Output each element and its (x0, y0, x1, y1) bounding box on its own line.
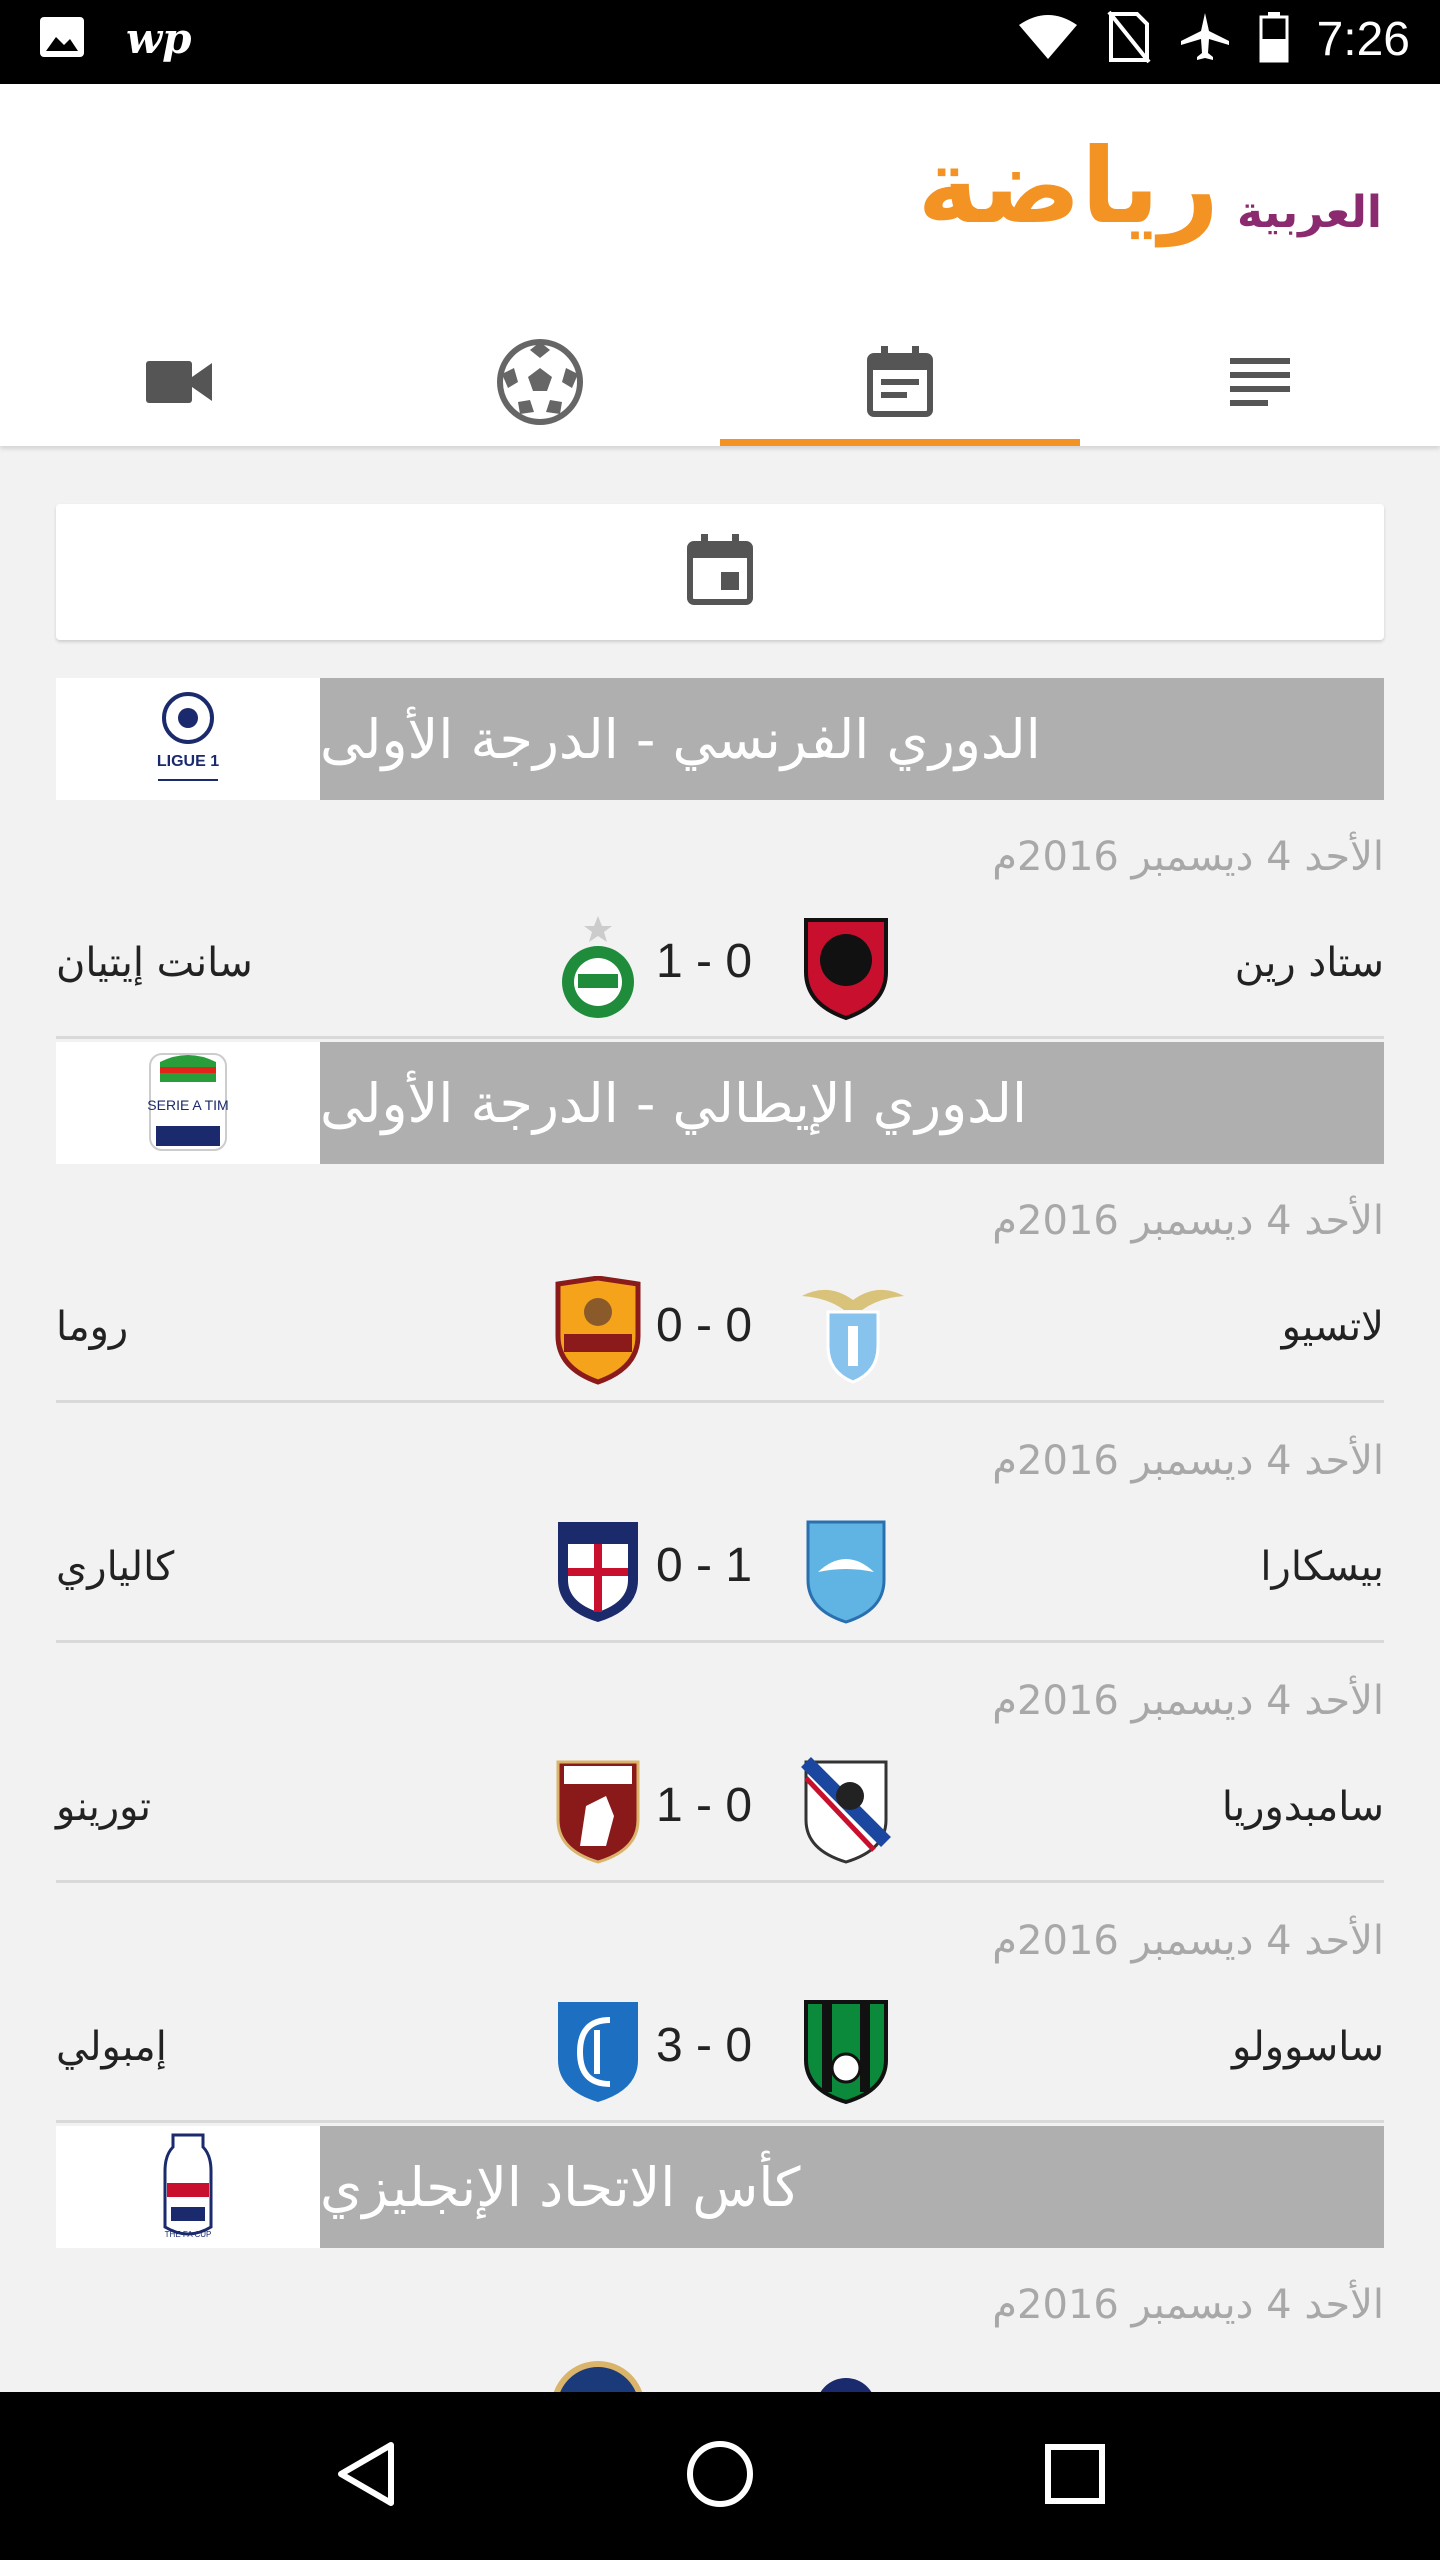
gallery-notification-icon (38, 15, 86, 63)
wp-notification-icon: wp (126, 14, 192, 63)
match-row[interactable]: ساسوولو 3 - 0 إمبولي (56, 1996, 1384, 2116)
match-date: الأحد 4 ديسمبر 2016م (992, 1918, 1384, 1964)
rennes-crest-icon (798, 912, 894, 1022)
recent-apps-button[interactable] (1043, 2442, 1107, 2510)
league-name: كأس الاتحاد الإنجليزي (320, 2126, 1384, 2248)
roma-crest-icon (550, 1275, 646, 1386)
away-team-name: تورينو (56, 1784, 151, 1830)
league-header-facup[interactable]: THE FA CUP كأس الاتحاد الإنجليزي (56, 2126, 1384, 2248)
home-team-name: بيسكارا (1260, 1544, 1384, 1590)
saint-etienne-crest-icon (550, 912, 646, 1022)
divider (56, 2120, 1384, 2123)
news-list-icon (1230, 356, 1290, 412)
match-row[interactable]: بيسكارا 0 - 1 كالياري (56, 1516, 1384, 1636)
home-team-name: سامبدوريا (1221, 1784, 1384, 1830)
match-score: 0 - 1 (656, 1539, 753, 1592)
match-score: 1 - 0 (656, 935, 753, 988)
sampdoria-crest-icon (798, 1756, 894, 1866)
home-button[interactable] (684, 2438, 756, 2514)
tab-bar (0, 322, 1440, 446)
match-date: الأحد 4 ديسمبر 2016م (992, 2282, 1384, 2328)
league-logo-text: LIGUE 1 (157, 753, 219, 770)
divider (56, 1880, 1384, 1883)
back-button[interactable] (333, 2439, 397, 2513)
status-bar: wp 7:26 (0, 0, 1440, 84)
match-date: الأحد 4 ديسمبر 2016م (992, 1198, 1384, 1244)
home-team-name: لاتسيو (1281, 1304, 1384, 1350)
team-crest-icon (550, 2360, 646, 2392)
league-name: الدوري الإيطالي - الدرجة الأولى (320, 1042, 1384, 1164)
league-logo: SERIE A TIM (56, 1042, 320, 1164)
battery-icon (1259, 11, 1289, 67)
clock: 7:26 (1316, 12, 1410, 66)
pescara-crest-icon (798, 1516, 894, 1626)
app-bar: العربية رياضة (0, 84, 1440, 446)
league-logo: THE FA CUP (56, 2126, 320, 2248)
match-row[interactable]: ستاد رين 1 - 0 سانت إيتيان (56, 912, 1384, 1032)
logo-word: رياضة (917, 125, 1220, 247)
system-nav-bar (0, 2392, 1440, 2560)
league-logo: LIGUE 1 (56, 678, 320, 800)
match-date: الأحد 4 ديسمبر 2016م (992, 834, 1384, 880)
match-row-partial[interactable] (56, 2360, 1384, 2392)
sassuolo-crest-icon (798, 1996, 894, 2106)
home-team-name: ساسوولو (1231, 2024, 1384, 2070)
torino-crest-icon (550, 1756, 646, 1866)
no-sim-icon (1107, 10, 1151, 68)
league-header-ligue1[interactable]: LIGUE 1 الدوري الفرنسي - الدرجة الأولى (56, 678, 1384, 800)
wifi-icon (1017, 13, 1079, 65)
match-row[interactable]: لاتسيو 0 - 0 روما (56, 1275, 1384, 1396)
away-team-name: سانت إيتيان (56, 940, 253, 986)
cagliari-crest-icon (550, 1516, 646, 1626)
match-score: 0 - 0 (656, 1299, 753, 1352)
home-team-name: ستاد رين (1234, 940, 1384, 986)
team-crest-icon (798, 2360, 894, 2392)
divider (56, 1640, 1384, 1643)
tab-football[interactable] (360, 322, 720, 446)
match-row[interactable]: سامبدوريا 1 - 0 تورينو (56, 1756, 1384, 1876)
league-name: الدوري الفرنسي - الدرجة الأولى (320, 678, 1384, 800)
match-score: 3 - 0 (656, 2019, 753, 2072)
away-team-name: روما (56, 1304, 129, 1350)
tab-schedule[interactable] (720, 322, 1080, 446)
away-team-name: كالياري (56, 1544, 175, 1590)
match-score: 1 - 0 (656, 1779, 753, 1832)
divider (56, 1036, 1384, 1039)
app-logo: العربية رياضة (917, 134, 1382, 238)
airplane-mode-icon (1179, 11, 1231, 67)
logo-brand: العربية (1237, 187, 1382, 238)
match-date: الأحد 4 ديسمبر 2016م (992, 1438, 1384, 1484)
empoli-crest-icon (550, 1996, 646, 2106)
football-icon (496, 338, 584, 430)
league-logo-text: THE FA CUP (165, 2230, 212, 2239)
calendar-event-icon (687, 534, 753, 610)
calendar-icon (867, 346, 933, 422)
lazio-crest-icon (798, 1276, 904, 1386)
match-date: الأحد 4 ديسمبر 2016م (992, 1678, 1384, 1724)
divider (56, 1400, 1384, 1403)
video-icon (146, 359, 214, 409)
tab-videos[interactable] (0, 322, 360, 446)
away-team-name: إمبولي (56, 2024, 167, 2070)
date-picker-button[interactable] (56, 504, 1384, 640)
league-header-seriea[interactable]: SERIE A TIM الدوري الإيطالي - الدرجة الأ… (56, 1042, 1384, 1164)
tab-news[interactable] (1080, 322, 1440, 446)
league-logo-text: SERIE A TIM (147, 1097, 228, 1113)
